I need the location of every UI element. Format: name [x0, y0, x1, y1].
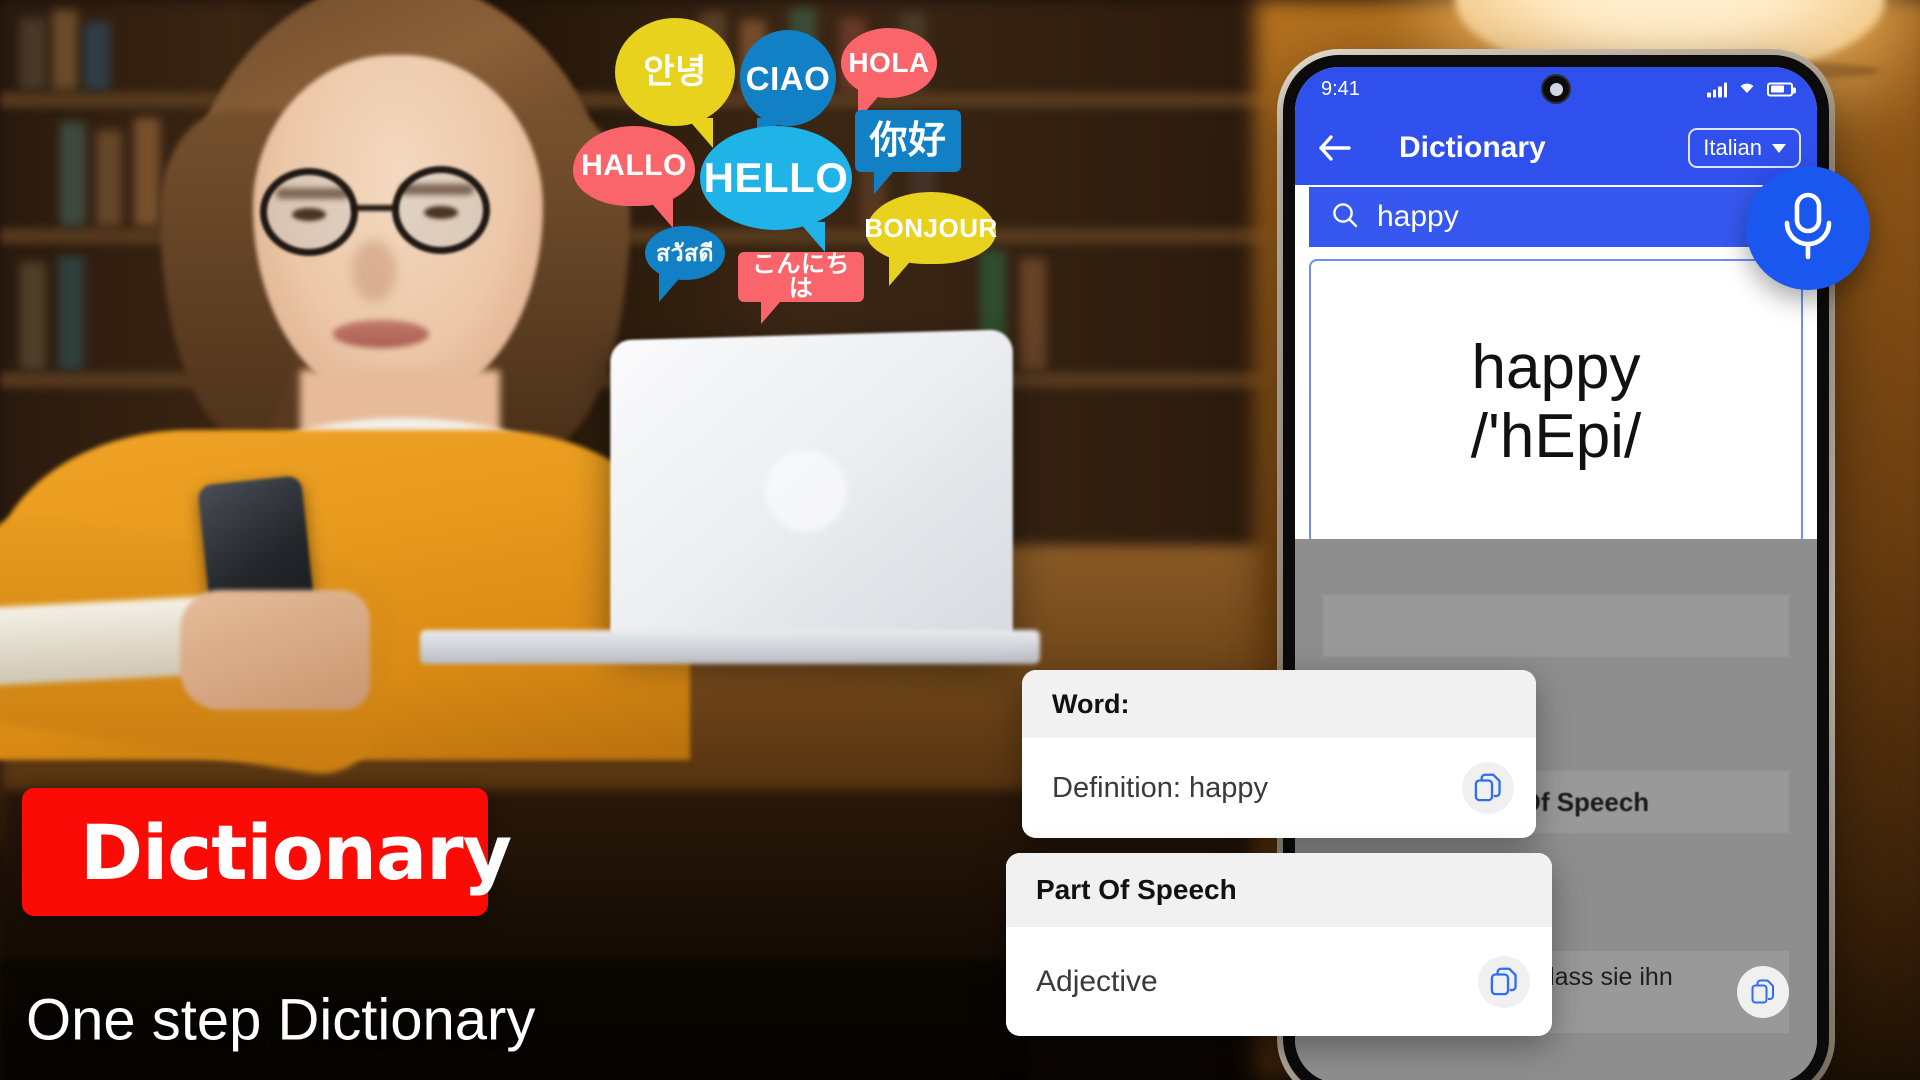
speech-bubble-spanish: HOLA	[841, 28, 937, 98]
search-input[interactable]: happy	[1377, 200, 1459, 234]
word-display-panel: happy /'hEpi/	[1309, 259, 1803, 545]
speech-bubble-tail	[889, 256, 915, 286]
app-bar: Dictionary Italian	[1295, 111, 1817, 185]
chevron-down-icon	[1772, 144, 1786, 153]
results-placeholder-row	[1323, 595, 1789, 657]
word-result-card-value: Definition: happy	[1052, 772, 1268, 805]
speech-bubble-group: 안녕 CIAO HOLA HALLO HELLO 你好 BONJOUR สวัสดี こんにちは	[0, 0, 1300, 420]
back-arrow-icon[interactable]	[1313, 126, 1357, 170]
search-icon	[1331, 201, 1359, 234]
speech-bubble-label: 안녕	[637, 55, 713, 89]
brand-badge-label: Dictionary	[80, 808, 511, 897]
speech-bubble-italian: CIAO	[740, 30, 836, 126]
speech-bubble-label: CIAO	[740, 62, 837, 95]
word-headword: happy	[1472, 333, 1641, 402]
word-result-card: Word: Definition: happy	[1022, 670, 1536, 838]
speech-bubble-english: HELLO	[700, 126, 852, 230]
status-bar-time: 9:41	[1321, 78, 1360, 101]
brand-badge: Dictionary	[22, 788, 488, 916]
speech-bubble-german: HALLO	[573, 126, 695, 206]
laptop-logo	[765, 450, 847, 532]
part-of-speech-card-header: Part Of Speech	[1006, 853, 1552, 927]
copy-icon[interactable]	[1462, 762, 1514, 814]
speech-bubble-japanese: こんにちは	[738, 252, 864, 302]
status-bar: 9:41	[1295, 67, 1817, 111]
part-of-speech-card: Part Of Speech Adjective	[1006, 853, 1552, 1036]
laptop-base	[420, 630, 1040, 664]
wifi-icon	[1736, 78, 1758, 101]
speech-bubble-korean: 안녕	[615, 18, 735, 126]
search-bar[interactable]: happy	[1309, 187, 1817, 247]
speech-bubble-french: BONJOUR	[866, 192, 996, 264]
voice-search-button[interactable]	[1746, 166, 1870, 290]
speech-bubble-label: HELLO	[698, 157, 855, 199]
speech-bubble-label: สวัสดี	[650, 242, 720, 265]
status-bar-icons	[1707, 78, 1793, 101]
copy-icon[interactable]	[1737, 966, 1789, 1018]
speech-bubble-tail	[647, 198, 673, 228]
front-camera-icon	[1541, 74, 1571, 104]
copy-icon[interactable]	[1478, 956, 1530, 1008]
language-selector-value: Italian	[1703, 135, 1762, 161]
speech-bubble-tail	[659, 272, 685, 302]
speech-bubble-tail	[799, 222, 825, 252]
speech-bubble-tail	[687, 118, 713, 148]
speech-bubble-label: HALLO	[575, 151, 693, 181]
speech-bubble-label: BONJOUR	[858, 215, 1004, 241]
word-pronunciation: /'hEpi/	[1471, 402, 1641, 471]
part-of-speech-card-body: Adjective	[1006, 927, 1552, 1036]
speech-bubble-tail	[874, 164, 900, 194]
speech-bubble-thai: สวัสดี	[645, 226, 725, 280]
tagline: One step Dictionary	[26, 987, 535, 1054]
page-title: Dictionary	[1399, 131, 1546, 165]
signal-bars-icon	[1707, 81, 1727, 97]
battery-icon	[1767, 82, 1793, 96]
speech-bubble-label: 你好	[863, 122, 952, 160]
word-result-card-body: Definition: happy	[1022, 738, 1536, 838]
speech-bubble-label: こんにちは	[738, 253, 864, 301]
part-of-speech-card-value: Adjective	[1036, 965, 1158, 999]
search-row: happy	[1295, 185, 1817, 251]
word-result-card-header: Word:	[1022, 670, 1536, 738]
speech-bubble-chinese: 你好	[855, 110, 961, 172]
language-selector[interactable]: Italian	[1688, 128, 1801, 168]
hands	[180, 590, 370, 710]
speech-bubble-label: HOLA	[842, 49, 935, 77]
microphone-icon	[1775, 189, 1841, 268]
